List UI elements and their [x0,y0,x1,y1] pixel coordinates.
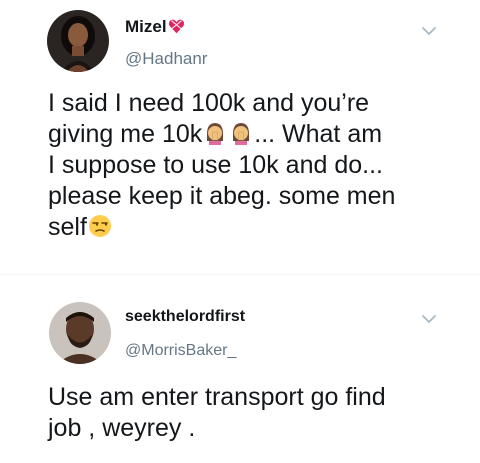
tweet-text-line: job , weyrey . [48,414,196,442]
woman-facepalming-icon [207,123,224,145]
divider [0,274,480,275]
display-name[interactable]: seekthelordfirst [125,308,245,326]
woman-facepalming-icon [233,123,250,145]
handle[interactable]: @MorrisBaker_ [125,342,236,360]
tweet-text-line: I suppose to use 10k and do... [48,151,383,179]
avatar[interactable] [49,302,111,364]
tweet-text: I said I need 100k and you’re giving me … [48,88,448,243]
chevron-down-icon[interactable] [419,312,439,326]
handle[interactable]: @Hadhanr [125,49,207,69]
avatar[interactable] [47,10,109,72]
tweet-text-line: I said I need 100k and you’re [48,89,370,117]
heart-with-ribbon-icon [168,19,184,34]
tweet-text: Use am enter transport go find job , wey… [48,382,448,444]
tweet-text-line: Use am enter transport go find [48,383,386,411]
tweet-text-line: please keep it abeg. some men [48,182,396,210]
tweet-text-line: giving me 10k ... What am [48,120,383,148]
woman-avatar-icon [47,10,109,72]
tweet: Mizel @Hadhanr I said I need 100k and yo… [0,0,480,270]
chevron-down-icon[interactable] [419,24,439,38]
tweet-text-line: self [48,212,448,243]
tweet: seekthelordfirst @MorrisBaker_ Use am en… [0,280,480,463]
unamused-face-icon [88,215,111,237]
display-name[interactable]: Mizel [125,17,185,37]
man-avatar-icon [49,302,111,364]
